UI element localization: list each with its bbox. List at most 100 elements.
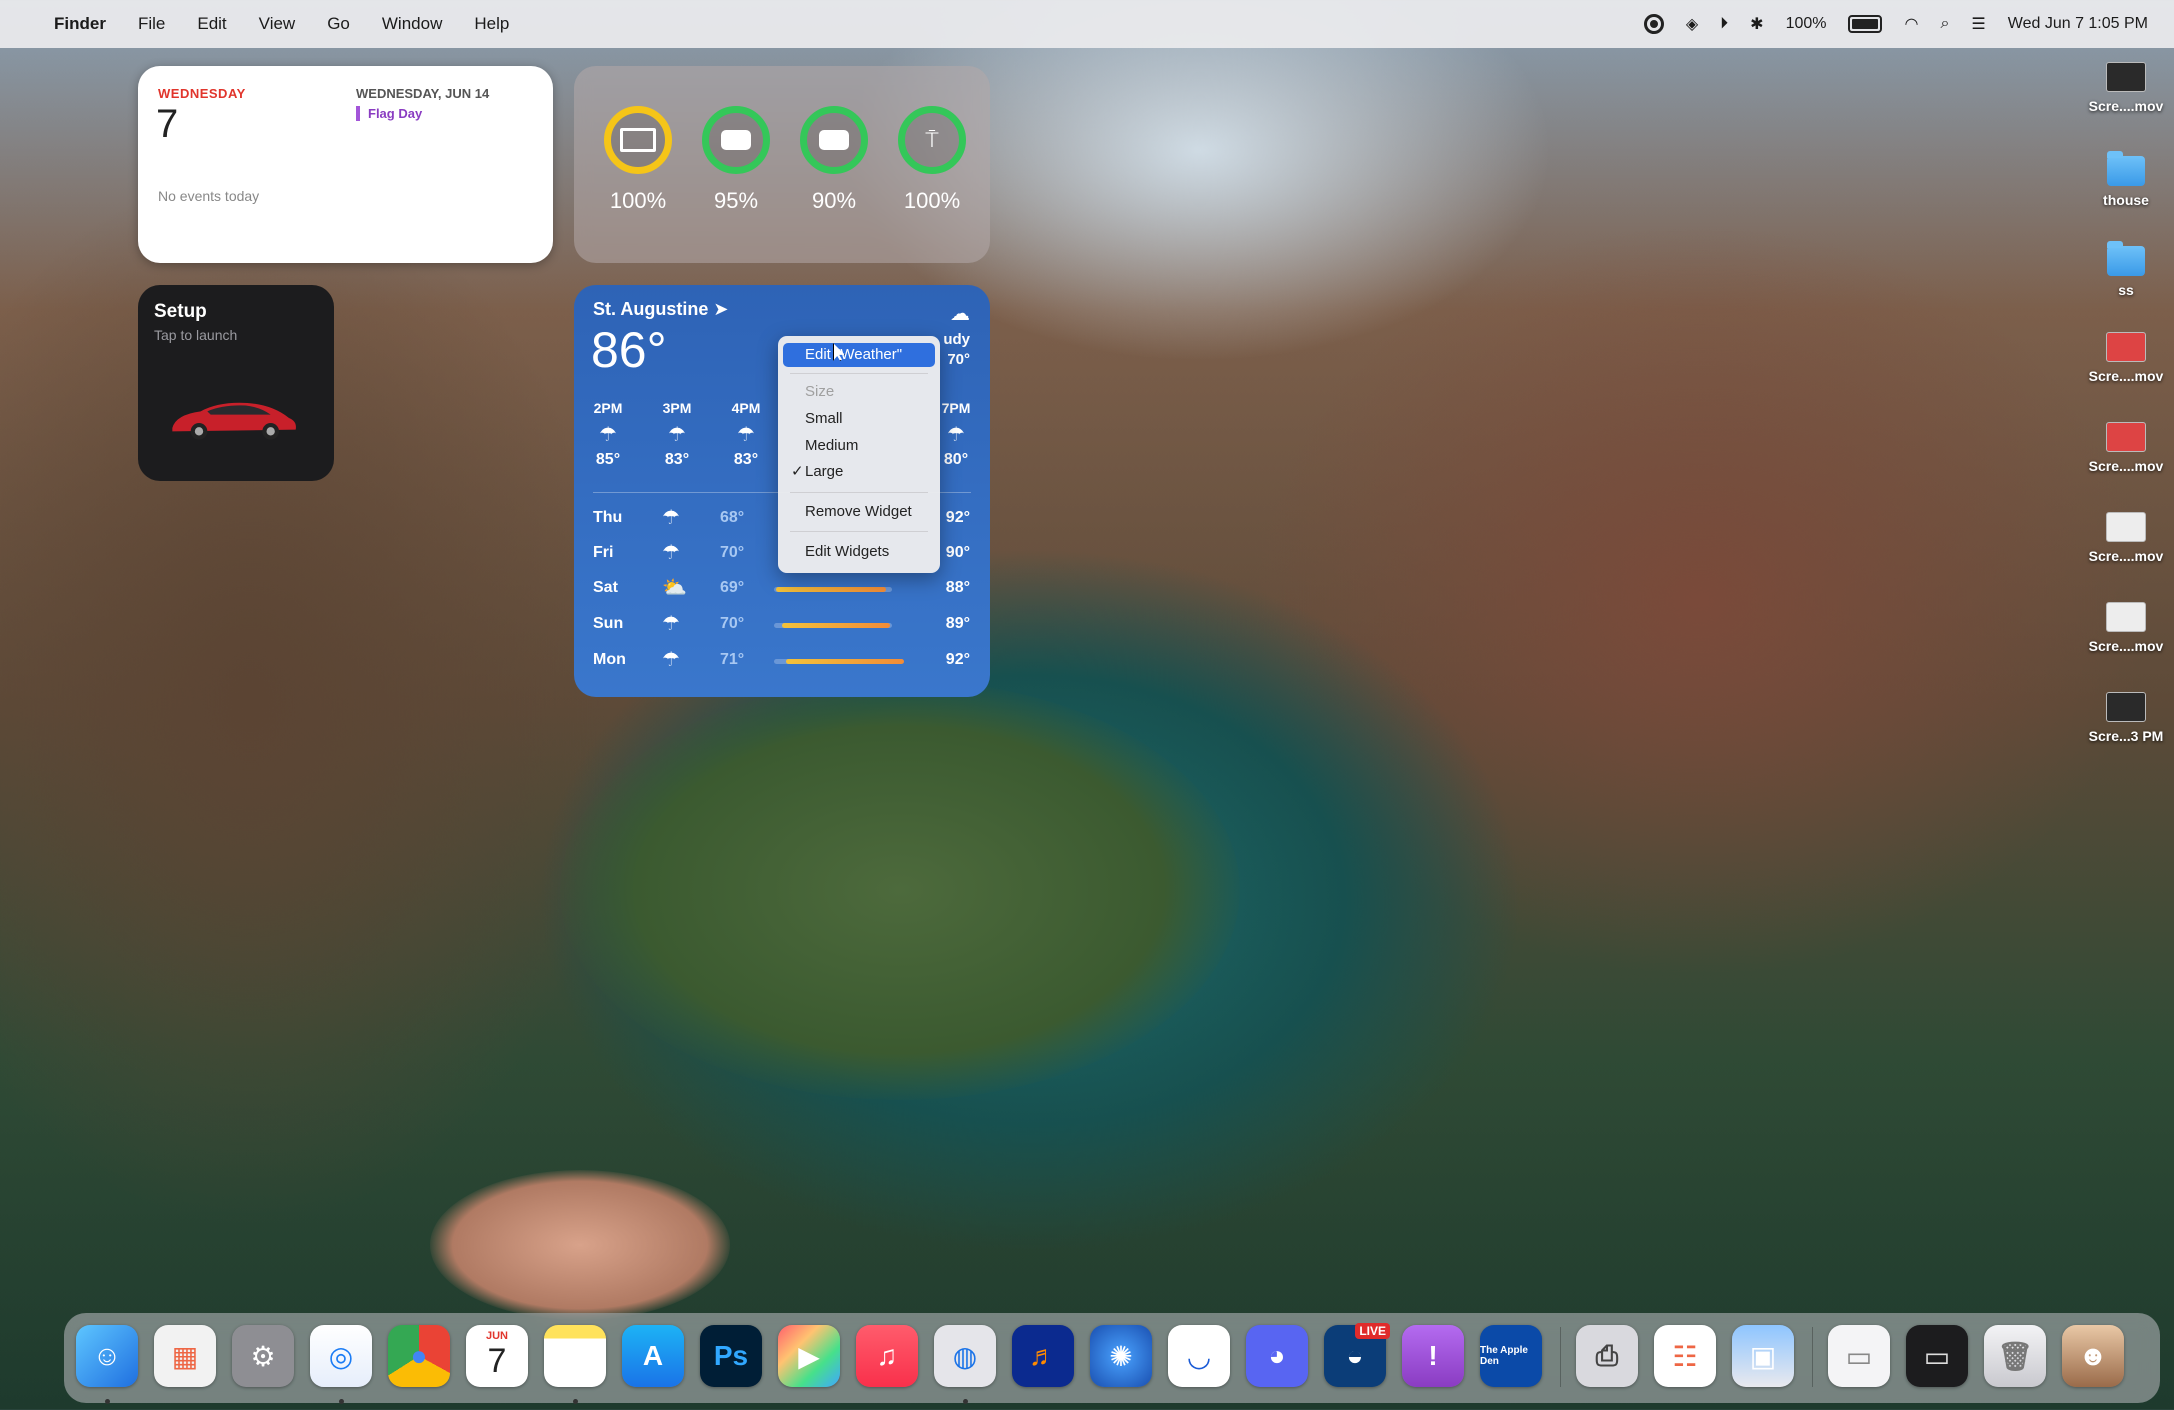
bluetooth-icon[interactable]: ✱	[1750, 14, 1763, 34]
menu-go[interactable]: Go	[311, 14, 366, 34]
menu-bar: Finder File Edit View Go Window Help ◈ ⏵…	[0, 0, 2174, 48]
rain-cloud-icon: ☂	[599, 424, 617, 446]
video-file-icon	[2106, 332, 2146, 362]
desktop-file-screenshot[interactable]: Scre...3 PM	[2066, 692, 2174, 744]
desktop-file-screen-recording[interactable]: Scre....mov	[2066, 602, 2174, 654]
desktop-file-label: Scre....mov	[2088, 368, 2164, 384]
video-file-icon	[2106, 602, 2146, 632]
desktop-folder-thouse[interactable]: thouse	[2066, 151, 2174, 208]
batteries-widget[interactable]: 100% 95% 90% ⍑ 100%	[574, 66, 990, 263]
livestream-app-icon[interactable]: ◒ LIVE	[1324, 1323, 1390, 1387]
battery-percent-case-2: 90%	[811, 188, 857, 213]
safari-icon[interactable]: ◎	[310, 1325, 372, 1387]
calendar-next-date: WEDNESDAY, JUN 14	[356, 86, 490, 101]
desktop-file-screen-recording[interactable]: Scre....mov	[2066, 512, 2174, 564]
rain-cloud-icon: ☂	[662, 613, 680, 635]
menu-item-edit-weather[interactable]: Edit "Weather"	[783, 343, 935, 367]
airpods-case-icon	[819, 130, 849, 150]
battery-device-case-2: 90%	[794, 106, 874, 214]
preview-icon[interactable]: ▣	[1732, 1325, 1794, 1387]
daily-high: 89°	[945, 615, 970, 632]
calendar-app-icon[interactable]: JUN 7	[466, 1325, 528, 1387]
screen-record-icon[interactable]	[1643, 14, 1664, 34]
discord-icon[interactable]: ◕	[1246, 1325, 1308, 1387]
reminders-icon[interactable]: ☷	[1654, 1325, 1716, 1387]
menu-item-medium[interactable]: Medium	[783, 434, 935, 458]
desktop-file-screen-recording[interactable]: Scre....mov	[2066, 62, 2174, 114]
daily-high: 92°	[945, 509, 970, 526]
daily-high: 92°	[945, 651, 970, 668]
calendar-widget[interactable]: WEDNESDAY 7 No events today WEDNESDAY, J…	[138, 66, 553, 263]
control-center-icon[interactable]: ☰	[1971, 14, 1985, 34]
launchpad-icon[interactable]: ▦	[154, 1325, 216, 1387]
menu-separator	[790, 531, 928, 532]
chrome-icon[interactable]: ●	[388, 1325, 450, 1387]
menu-item-remove-widget[interactable]: Remove Widget	[783, 500, 935, 524]
red-car-icon	[172, 402, 296, 440]
desktop-file-screen-recording[interactable]: Scre....mov	[2066, 422, 2174, 474]
location-arrow-icon: ➤	[713, 299, 729, 319]
final-cut-pro-icon[interactable]: ▶	[778, 1325, 840, 1387]
menu-file[interactable]: File	[122, 14, 181, 34]
audacity-icon[interactable]: ♬	[1012, 1325, 1074, 1387]
minimized-window-icon[interactable]: ▭	[1828, 1325, 1890, 1387]
running-indicator	[339, 1399, 344, 1404]
network-globe-icon[interactable]: ✺	[1090, 1325, 1152, 1387]
dock-separator	[1560, 1327, 1561, 1387]
music-icon[interactable]: ♫	[856, 1325, 918, 1387]
spotlight-search-icon[interactable]: ⌕	[1940, 15, 1949, 33]
setup-widget[interactable]: Setup Tap to launch	[138, 285, 334, 481]
menu-item-edit-widgets[interactable]: Edit Widgets	[783, 540, 935, 564]
apple-den-app-icon[interactable]: The Apple Den	[1480, 1325, 1542, 1387]
trash-icon[interactable]: 🗑	[1984, 1325, 2046, 1387]
desktop-folder-ss[interactable]: ss	[2066, 241, 2174, 298]
menu-edit[interactable]: Edit	[181, 14, 242, 34]
layers-icon[interactable]: ◈	[1686, 14, 1698, 34]
menu-item-large[interactable]: ✓ Large	[783, 460, 935, 484]
battery-ring	[702, 106, 770, 174]
desktop-file-label: Scre....mov	[2088, 638, 2164, 654]
feedback-assistant-icon[interactable]: !	[1402, 1325, 1464, 1387]
daily-high: 90°	[945, 544, 970, 561]
wifi-icon[interactable]: ◠	[1904, 14, 1918, 34]
menu-window[interactable]: Window	[366, 14, 458, 34]
app-menu-finder[interactable]: Finder	[38, 14, 122, 34]
setup-subtitle: Tap to launch	[154, 327, 238, 343]
menu-help[interactable]: Help	[458, 14, 525, 34]
notes-icon[interactable]	[544, 1325, 606, 1387]
temp-range-bar	[786, 659, 904, 664]
battery-icon[interactable]	[1848, 15, 1883, 33]
menu-separator	[790, 373, 928, 374]
running-indicator	[105, 1399, 110, 1404]
smile-app-icon[interactable]: ◡	[1168, 1325, 1230, 1387]
daily-low: 70°	[720, 615, 745, 632]
daily-day: Thu	[593, 509, 623, 526]
daily-day: Mon	[593, 651, 626, 668]
hourly-item: 3PM ☂ 83°	[647, 400, 707, 469]
battery-ring: ⍑	[898, 106, 966, 174]
quicktime-icon[interactable]: ◍	[934, 1325, 996, 1387]
setup-title: Setup	[154, 301, 207, 322]
desktop-file-label: ss	[2118, 282, 2134, 298]
printer-icon[interactable]: ⎙	[1576, 1325, 1638, 1387]
temp-range-bar	[776, 587, 886, 592]
airpods-case-icon	[721, 130, 751, 150]
weather-high-low: 70°	[947, 351, 970, 368]
finder-icon[interactable]: ☺	[76, 1325, 138, 1387]
minimized-window-icon[interactable]: ▭	[1906, 1325, 1968, 1387]
system-settings-icon[interactable]: ⚙	[232, 1325, 294, 1387]
cloud-icon: ☁	[950, 303, 970, 325]
battery-device-case-1: 95%	[696, 106, 776, 214]
daily-low: 69°	[720, 579, 745, 596]
desktop-file-screen-recording[interactable]: Scre....mov	[2066, 332, 2174, 384]
desktop-file-label: Scre...3 PM	[2088, 728, 2164, 744]
menu-view[interactable]: View	[243, 14, 312, 34]
menu-bar-clock[interactable]: Wed Jun 7 1:05 PM	[2008, 15, 2148, 33]
hourly-temp: 83°	[664, 451, 690, 468]
menu-item-small[interactable]: Small	[783, 407, 935, 431]
calendar-event-flag-day[interactable]: Flag Day	[356, 106, 422, 121]
daily-row: Mon ☂ 71° 92°	[574, 643, 990, 679]
app-store-icon[interactable]: A	[622, 1325, 684, 1387]
play-circle-icon[interactable]: ⏵	[1720, 15, 1728, 33]
photoshop-icon[interactable]: Ps	[700, 1325, 762, 1387]
